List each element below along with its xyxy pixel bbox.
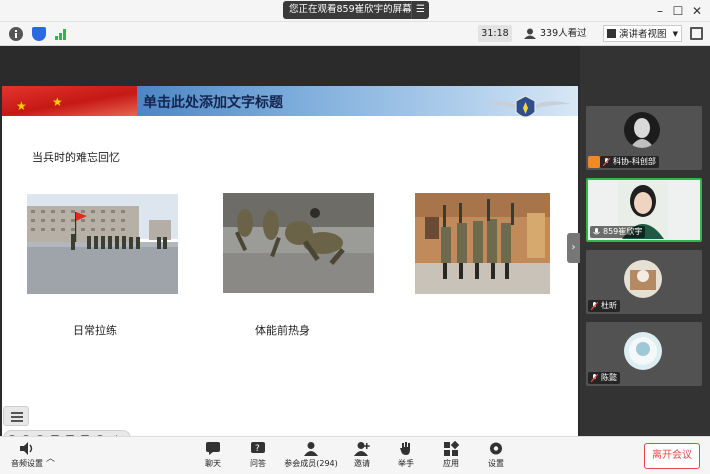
avatar xyxy=(624,332,662,370)
maximize-icon[interactable]: ☐ xyxy=(670,3,686,19)
invite-icon xyxy=(354,442,370,456)
bottom-bar: 音频设置 ︿ 聊天 ? 问答 参会成员(294) 邀请 举手 应用 设置 离开会… xyxy=(0,436,710,474)
chat-label: 聊天 xyxy=(205,459,221,468)
photo-warm-up xyxy=(223,193,374,293)
shared-screen: ★ ★ 单击此处添加文字标题 当兵时的难忘回忆 日常拉练 体能前热身 xyxy=(0,46,580,456)
viewer-count[interactable]: 339人看过 xyxy=(524,25,587,42)
meeting-timer: 31:18 xyxy=(478,25,512,42)
apps-button[interactable]: 应用 xyxy=(428,441,474,473)
viewers-icon xyxy=(524,28,536,39)
viewer-count-label: 339人看过 xyxy=(540,28,587,39)
participant-name: 科协-科创部 xyxy=(613,157,656,166)
speaker-icon xyxy=(20,442,33,455)
raise-hand-label: 举手 xyxy=(398,459,414,468)
layout-icon xyxy=(607,29,616,38)
qa-icon: ? xyxy=(251,442,265,454)
raise-hand-button[interactable]: 举手 xyxy=(383,441,429,473)
settings-label: 设置 xyxy=(488,459,504,468)
members-icon xyxy=(304,442,318,456)
photo-daily-march xyxy=(27,194,178,294)
banner-text: 您正在观看859崔欣宇的屏幕 xyxy=(289,4,412,15)
view-mode-label: 演讲者视图 xyxy=(619,29,667,40)
chevron-down-icon: ▼ xyxy=(672,30,678,38)
participant-name-tile: 科协-科创部 xyxy=(600,156,659,168)
participant-name: 杜昕 xyxy=(601,301,617,310)
title-bar: 您正在观看859崔欣宇的屏幕 ☰ – ☐ ✕ xyxy=(0,0,710,22)
presentation-slide: ★ ★ 单击此处添加文字标题 当兵时的难忘回忆 日常拉练 体能前热身 xyxy=(2,86,578,456)
avatar xyxy=(624,112,660,148)
slide-title: 单击此处添加文字标题 xyxy=(143,95,283,111)
participant-tile[interactable]: 杜昕 xyxy=(586,250,702,314)
host-icon xyxy=(588,156,600,168)
mic-muted-icon xyxy=(603,158,610,166)
svg-text:?: ? xyxy=(255,444,260,454)
star-icon: ★ xyxy=(16,99,27,113)
chat-icon xyxy=(206,442,220,455)
audio-settings-button[interactable]: 音频设置 xyxy=(8,441,46,473)
photo-group xyxy=(415,193,550,294)
slide-subtitle: 当兵时的难忘回忆 xyxy=(32,151,120,164)
close-icon[interactable]: ✕ xyxy=(689,3,705,19)
minimize-icon[interactable]: – xyxy=(652,3,668,19)
participant-name-tile: 杜昕 xyxy=(588,300,620,312)
mic-icon xyxy=(593,228,600,235)
participant-name-tile: 859崔欣宇 xyxy=(590,226,646,238)
settings-icon xyxy=(490,442,502,455)
caption-warm-up: 体能前热身 xyxy=(255,324,310,337)
participant-name: 859崔欣宇 xyxy=(603,227,643,236)
info-icon[interactable] xyxy=(9,27,23,41)
raise-hand-icon xyxy=(400,442,410,455)
star-icon: ★ xyxy=(52,95,63,109)
meeting-toolbar: 31:18 339人看过 演讲者视图 ▼ xyxy=(0,22,710,46)
invite-button[interactable]: 邀请 xyxy=(339,441,385,473)
leave-meeting-button[interactable]: 离开会议 xyxy=(644,443,700,469)
flag-graphic: ★ ★ xyxy=(2,86,137,116)
mic-muted-icon xyxy=(591,302,598,310)
participant-name-tile: 陈懿 xyxy=(588,372,620,384)
signal-icon[interactable] xyxy=(54,27,68,41)
members-button[interactable]: 参会成员(294) xyxy=(282,441,340,473)
air-force-emblem-icon xyxy=(480,95,571,118)
qa-label: 问答 xyxy=(250,459,266,468)
participant-tile[interactable]: 陈懿 xyxy=(586,322,702,386)
participant-name: 陈懿 xyxy=(601,373,617,382)
view-mode-select[interactable]: 演讲者视图 ▼ xyxy=(603,25,682,42)
shield-icon[interactable] xyxy=(32,27,46,41)
participant-tile-active-speaker[interactable]: 859崔欣宇 xyxy=(586,178,702,242)
screen-share-banner[interactable]: 您正在观看859崔欣宇的屏幕 ☰ xyxy=(283,1,429,19)
fullscreen-icon[interactable] xyxy=(690,27,703,40)
participant-tile[interactable]: 科协-科创部 xyxy=(586,106,702,170)
chat-button[interactable]: 聊天 xyxy=(190,441,236,473)
caption-daily-march: 日常拉练 xyxy=(73,324,117,337)
members-label: 参会成员(294) xyxy=(284,459,338,468)
presentation-list-button[interactable] xyxy=(3,406,29,426)
apps-label: 应用 xyxy=(443,459,459,468)
invite-label: 邀请 xyxy=(354,459,370,468)
list-icon[interactable]: ☰ xyxy=(411,1,429,19)
audio-settings-label: 音频设置 xyxy=(11,459,43,468)
slide-header: ★ ★ 单击此处添加文字标题 xyxy=(2,86,578,118)
chevron-up-icon[interactable]: ︿ xyxy=(46,451,55,464)
collapse-sidebar-button[interactable]: › xyxy=(567,233,580,263)
avatar xyxy=(624,260,662,298)
settings-button[interactable]: 设置 xyxy=(473,441,519,473)
qa-button[interactable]: ? 问答 xyxy=(235,441,281,473)
mic-muted-icon xyxy=(591,374,598,382)
apps-icon xyxy=(444,441,459,456)
